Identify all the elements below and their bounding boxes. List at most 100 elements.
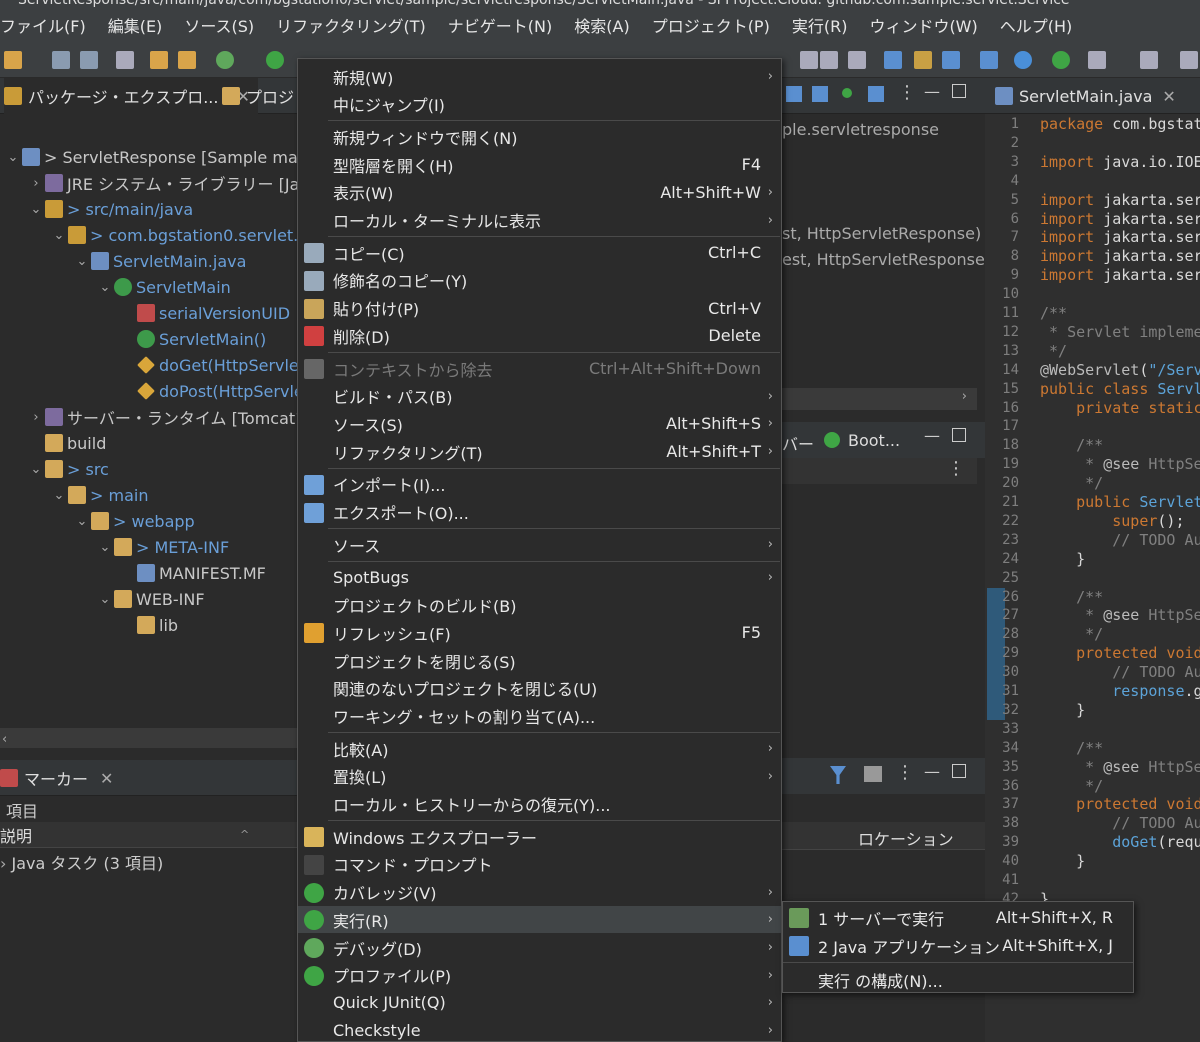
menu-item[interactable]: コピー(C) Ctrl+C [298, 239, 781, 266]
tree-item[interactable]: ⌄ > com.bgstation0.servlet.sa [50, 222, 317, 248]
chevron-down-icon[interactable]: ⌄ [73, 514, 91, 529]
chevron-down-icon[interactable]: ⌄ [96, 592, 114, 607]
menu-item[interactable]: プロジェクト(P) [641, 13, 781, 37]
maximize-icon[interactable] [952, 428, 966, 442]
tab-project[interactable]: プロジ [222, 78, 294, 114]
menu-item[interactable]: コマンド・プロンプト [298, 851, 781, 878]
chevron-down-icon[interactable]: ⌄ [73, 254, 91, 269]
toolbar-icon[interactable] [1088, 51, 1106, 69]
run-icon[interactable] [266, 51, 284, 69]
menu-item[interactable]: 修飾名のコピー(Y) [298, 267, 781, 294]
menu-item[interactable]: インポート(I)... [298, 471, 781, 498]
menu-item[interactable]: 削除(D) Delete [298, 322, 781, 349]
menu-item[interactable]: 関連のないプロジェクトを閉じる(U) [298, 675, 781, 702]
outline-method-dopost[interactable]: est, HttpServletResponse) [782, 250, 991, 269]
binary-icon[interactable] [116, 51, 134, 69]
tab-markers[interactable]: マーカー ✕ [0, 760, 113, 796]
tree-item[interactable]: build [27, 430, 106, 456]
view-menu-icon[interactable]: ⋮ [896, 762, 914, 783]
toolbar-icon[interactable] [820, 51, 838, 69]
toolbar-icon[interactable] [884, 51, 902, 69]
chevron-right-icon[interactable]: › [27, 176, 45, 191]
tab-package-explorer[interactable]: パッケージ・エクスプロ... ✕ [4, 78, 258, 114]
tree-item[interactable]: doPost(HttpServle [119, 378, 304, 404]
toolbar-icon[interactable] [942, 51, 960, 69]
menu-item[interactable]: ワーキング・セットの割り当て(A)... [298, 702, 781, 729]
menu-item[interactable]: ソース › [298, 531, 781, 558]
menu-item[interactable]: プロジェクトを閉じる(S) [298, 647, 781, 674]
tab-servers[interactable]: バー [782, 431, 814, 455]
tree-item[interactable]: ⌄ > META-INF [96, 534, 230, 560]
toolbar-icon[interactable] [914, 51, 932, 69]
menu-item[interactable]: Windows エクスプローラー [298, 823, 781, 850]
menu-item[interactable]: プロジェクトのビルド(B) [298, 592, 781, 619]
menu-item[interactable]: ウィンドウ(W) [858, 13, 988, 37]
menu-item[interactable]: 新規ウィンドウで開く(N) [298, 123, 781, 150]
menu-item[interactable]: プロファイル(P) › [298, 962, 781, 989]
menu-item[interactable]: ヘルプ(H) [989, 13, 1084, 37]
menu-item[interactable]: ローカル・ヒストリーからの復元(Y)... [298, 791, 781, 818]
column-header-location[interactable]: ロケーション [782, 822, 985, 850]
view-menu-icon[interactable]: ⋮ [898, 82, 916, 103]
menu-item[interactable]: ファイル(F) [0, 13, 97, 37]
power-icon[interactable] [1052, 51, 1070, 69]
minimize-icon[interactable]: — [924, 82, 940, 101]
menu-item[interactable]: リファクタリング(T) [265, 13, 437, 37]
chevron-down-icon[interactable]: ⌄ [4, 150, 22, 165]
save-all-icon[interactable] [80, 51, 98, 69]
tree-item[interactable]: doGet(HttpServlet [119, 352, 305, 378]
chevron-down-icon[interactable]: ⌄ [27, 462, 45, 477]
toolbar-icon[interactable] [864, 766, 882, 782]
tree-item[interactable]: › サーバー・ランタイム [Tomcat10 (Ja [27, 404, 341, 430]
menu-item[interactable]: 中にジャンプ(I) [298, 91, 781, 118]
horizontal-scrollbar[interactable]: › [782, 388, 977, 410]
tree-item[interactable]: ⌄ > src/main/java [27, 196, 194, 222]
undo-icon[interactable] [150, 51, 168, 69]
tree-item[interactable]: MANIFEST.MF [119, 560, 266, 586]
menu-item[interactable]: ローカル・ターミナルに表示 › [298, 207, 781, 234]
menu-item[interactable]: 検索(A) [563, 13, 640, 37]
minimize-icon[interactable]: — [924, 426, 940, 445]
menu-item[interactable]: ビルド・パス(B) › [298, 383, 781, 410]
menu-item[interactable]: ナビゲート(N) [437, 13, 563, 37]
chevron-down-icon[interactable]: ⌄ [96, 280, 114, 295]
save-icon[interactable] [52, 51, 70, 69]
submenu-item[interactable]: 1 サーバーで実行 Alt+Shift+X, R [783, 904, 1133, 931]
table-row[interactable]: › Java タスク (3 項目) [0, 850, 163, 874]
menu-item[interactable]: 実行(R) › [298, 906, 781, 934]
tree-item[interactable]: ⌄ ServletMain.java [73, 248, 247, 274]
close-icon[interactable]: ✕ [1162, 87, 1175, 106]
tree-item[interactable]: ⌄ > main [50, 482, 149, 508]
toolbar-icon[interactable] [800, 51, 818, 69]
menu-item[interactable]: 置換(L) › [298, 763, 781, 790]
chevron-down-icon[interactable]: ⌄ [50, 488, 68, 503]
menu-item[interactable]: 貼り付け(P) Ctrl+V [298, 295, 781, 322]
tab-servletmain-java[interactable]: ServletMain.java ✕ [995, 78, 1176, 114]
toolbar-icon[interactable] [868, 86, 884, 102]
minimize-icon[interactable]: — [924, 762, 940, 781]
toolbar-icon[interactable] [842, 88, 852, 98]
filter-icon[interactable] [830, 766, 846, 784]
menu-item[interactable]: 型階層を開く(H) F4 [298, 151, 781, 178]
menu-item[interactable]: 実行(R) [781, 13, 859, 37]
redo-icon[interactable] [178, 51, 196, 69]
menu-item[interactable]: 編集(E) [97, 13, 174, 37]
column-header-description[interactable]: 説明 ^ [0, 822, 300, 848]
maximize-icon[interactable] [952, 764, 966, 778]
menu-item[interactable]: 比較(A) › [298, 735, 781, 762]
menu-item[interactable]: ソース(S) [173, 13, 265, 37]
menu-item[interactable]: リフレッシュ(F) F5 [298, 619, 781, 646]
maximize-icon[interactable] [952, 84, 966, 98]
debug-icon[interactable] [216, 51, 234, 69]
tree-item[interactable]: serialVersionUID [119, 300, 290, 326]
outline-method-doget[interactable]: st, HttpServletResponse) : [782, 224, 992, 243]
toolbar-icon[interactable] [980, 51, 998, 69]
close-icon[interactable]: ✕ [100, 769, 113, 788]
tree-item[interactable]: ⌄ ServletMain [96, 274, 231, 300]
chevron-right-icon[interactable]: › [0, 854, 6, 873]
toolbar-icon[interactable] [812, 86, 828, 102]
submenu-item[interactable]: 2 Java アプリケーション Alt+Shift+X, J [783, 932, 1133, 959]
chevron-down-icon[interactable]: ⌄ [96, 540, 114, 555]
chevron-right-icon[interactable]: › [27, 410, 45, 425]
tree-item[interactable]: ⌄ WEB-INF [96, 586, 205, 612]
